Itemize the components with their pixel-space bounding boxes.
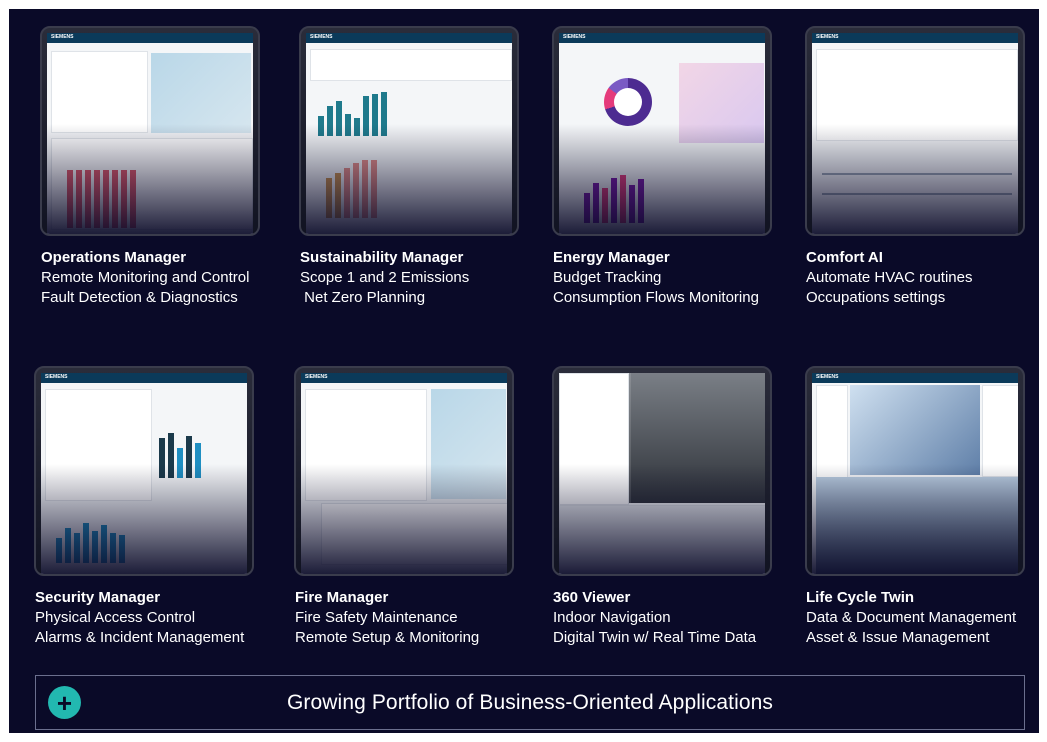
tablet-screenshot: SIEMENS: [805, 366, 1025, 576]
brand-logo: SIEMENS: [51, 34, 74, 40]
access-bars: [159, 428, 201, 478]
app-header: SIEMENS: [812, 373, 1018, 383]
page-background: SIEMENS Operations Manager Remote Monito…: [9, 9, 1039, 733]
tablet-screenshot: SIEMENS: [40, 26, 260, 236]
bim-model-view: [850, 385, 980, 475]
brand-logo: SIEMENS: [816, 34, 839, 40]
tablet-screenshot: SIEMENS: [34, 366, 254, 576]
card-caption: Energy Manager Budget Tracking Consumpti…: [553, 248, 793, 308]
card-title: Fire Manager: [295, 589, 389, 606]
screen-security-manager: SIEMENS: [41, 373, 247, 574]
card-line: Automate HVAC routines: [806, 269, 973, 286]
card-caption: Fire Manager Fire Safety Maintenance Rem…: [295, 588, 535, 648]
properties-panel: [982, 385, 1018, 477]
screen-energy-manager: SIEMENS: [559, 33, 765, 234]
screen-comfort-ai: SIEMENS: [812, 33, 1018, 234]
card-caption: 360 Viewer Indoor Navigation Digital Twi…: [553, 588, 793, 648]
brand-logo: SIEMENS: [45, 374, 68, 380]
app-header: SIEMENS: [306, 33, 512, 43]
app-header: SIEMENS: [812, 33, 1018, 43]
app-header: SIEMENS: [41, 373, 247, 383]
tablet-screenshot: SIEMENS: [552, 26, 772, 236]
card-line: Remote Setup & Monitoring: [295, 629, 480, 646]
card-line: Net Zero Planning: [300, 289, 426, 306]
card-title: Security Manager: [35, 589, 161, 606]
site-map: [431, 389, 506, 499]
maintenance-table: [321, 503, 507, 565]
trend-line: [822, 193, 1012, 195]
emissions-bars: [318, 91, 387, 136]
card-title: Life Cycle Twin: [806, 589, 915, 606]
card-line: Fire Safety Maintenance: [295, 609, 458, 626]
card-line: Consumption Flows Monitoring: [553, 289, 759, 306]
card-line: Fault Detection & Diagnostics: [41, 289, 238, 306]
screen-life-cycle-twin: SIEMENS: [812, 373, 1018, 574]
screen-operations-manager: SIEMENS: [47, 33, 253, 234]
panorama-view: [629, 373, 765, 503]
card-line: Remote Monitoring and Control: [41, 269, 250, 286]
screen-360-viewer: [559, 373, 765, 574]
card-caption: Life Cycle Twin Data & Document Manageme…: [806, 588, 1046, 648]
timeline-panel: [51, 138, 253, 230]
portfolio-banner[interactable]: + Growing Portfolio of Business-Oriented…: [35, 675, 1025, 730]
card-line: Indoor Navigation: [553, 609, 671, 626]
portfolio-text: Growing Portfolio of Business-Oriented A…: [286, 690, 773, 714]
app-header: SIEMENS: [47, 33, 253, 43]
building-render: [816, 477, 1018, 574]
sensor-chart-panel: [559, 373, 629, 505]
trend-line: [822, 173, 1012, 175]
tablet-screenshot: SIEMENS: [294, 366, 514, 576]
card-title: Comfort AI: [806, 249, 883, 266]
app-header: SIEMENS: [559, 33, 765, 43]
card-caption: Security Manager Physical Access Control…: [35, 588, 275, 648]
alarm-list: [305, 389, 427, 501]
plus-icon[interactable]: +: [48, 686, 81, 719]
kpi-strip: [310, 49, 512, 81]
budget-donut: [604, 78, 652, 126]
card-title: 360 Viewer: [553, 589, 631, 606]
tablet-screenshot: SIEMENS: [805, 26, 1025, 236]
stacked-bars: [326, 158, 377, 218]
events-table: [45, 389, 152, 501]
card-caption: Comfort AI Automate HVAC routines Occupa…: [806, 248, 1046, 308]
settings-grid: [816, 49, 1018, 141]
card-line: Scope 1 and 2 Emissions: [300, 269, 470, 286]
card-line: Budget Tracking: [553, 269, 662, 286]
card-title: Operations Manager: [41, 249, 187, 266]
card-line: Occupations settings: [806, 289, 946, 306]
card-title: Sustainability Manager: [300, 249, 464, 266]
card-caption: Sustainability Manager Scope 1 and 2 Emi…: [300, 248, 540, 308]
brand-logo: SIEMENS: [563, 34, 586, 40]
card-title: Energy Manager: [553, 249, 670, 266]
screen-fire-manager: SIEMENS: [301, 373, 507, 574]
device-list-panel: [51, 51, 148, 133]
brand-logo: SIEMENS: [305, 374, 328, 380]
brand-logo: SIEMENS: [310, 34, 333, 40]
app-header: SIEMENS: [301, 373, 507, 383]
incident-bars: [56, 513, 125, 563]
card-caption: Operations Manager Remote Monitoring and…: [41, 248, 281, 308]
card-line: Digital Twin w/ Real Time Data: [553, 629, 757, 646]
alarm-bars: [67, 168, 136, 228]
screen-sustainability-manager: SIEMENS: [306, 33, 512, 234]
card-line: Asset & Issue Management: [806, 629, 990, 646]
brand-logo: SIEMENS: [816, 374, 839, 380]
card-line: Alarms & Incident Management: [35, 629, 245, 646]
sankey-flow: [679, 63, 764, 143]
tablet-screenshot: [552, 366, 772, 576]
card-line: Physical Access Control: [35, 609, 196, 626]
consumption-bars: [584, 173, 644, 223]
card-line: Data & Document Management: [806, 609, 1017, 626]
tablet-screenshot: SIEMENS: [299, 26, 519, 236]
tree-sidebar: [816, 385, 848, 574]
world-map: [151, 53, 251, 133]
floor-plan: [559, 505, 765, 574]
